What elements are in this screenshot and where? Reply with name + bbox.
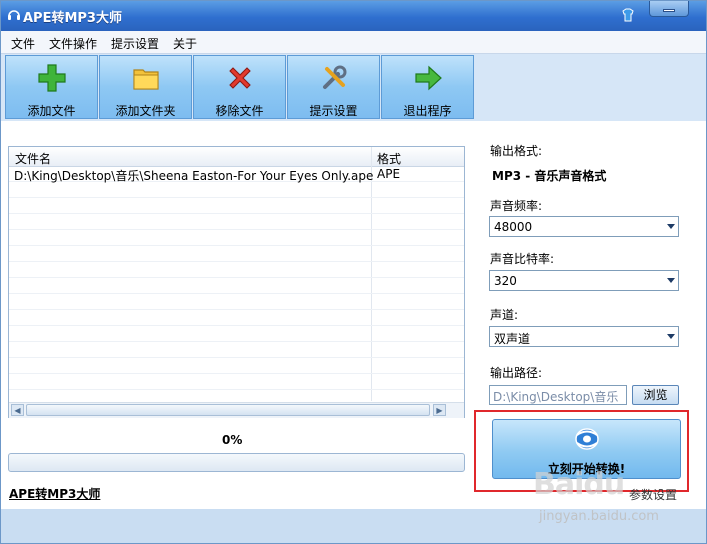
column-header-filename[interactable]: 文件名 bbox=[15, 150, 51, 167]
app-window: APE转MP3大师 文件 文件操作 提示设置 关于 添加文件 添加文件夹 移除文… bbox=[0, 0, 707, 544]
progress-percentage: 0% bbox=[222, 433, 243, 447]
plus-icon bbox=[38, 64, 66, 92]
table-row bbox=[9, 326, 464, 342]
sample-rate-select[interactable]: 48000 bbox=[489, 216, 679, 237]
minimize-button[interactable] bbox=[649, 1, 689, 17]
bitrate-label: 声音比特率: bbox=[490, 252, 555, 266]
table-row bbox=[9, 278, 464, 294]
add-file-label: 添加文件 bbox=[27, 104, 76, 118]
baidu-watermark: Baidu jingyan.baidu.com bbox=[533, 467, 703, 529]
menu-about[interactable]: 关于 bbox=[173, 35, 197, 52]
file-format-cell: APE bbox=[377, 167, 401, 181]
progress-bar bbox=[8, 453, 465, 472]
channel-value: 双声道 bbox=[494, 332, 531, 346]
tools-icon bbox=[323, 65, 347, 89]
chevron-down-icon[interactable] bbox=[667, 224, 675, 229]
browse-button[interactable]: 浏览 bbox=[632, 385, 679, 405]
table-row bbox=[9, 182, 464, 198]
chevron-down-icon[interactable] bbox=[667, 278, 675, 283]
folder-icon bbox=[133, 69, 159, 90]
table-row bbox=[9, 374, 464, 390]
prompt-settings-label: 提示设置 bbox=[309, 104, 358, 118]
arrow-right-icon bbox=[415, 65, 442, 91]
add-file-button[interactable]: 添加文件 bbox=[5, 55, 98, 119]
app-headphone-icon bbox=[8, 10, 20, 20]
table-row bbox=[9, 310, 464, 326]
menu-prompt-settings[interactable]: 提示设置 bbox=[111, 35, 159, 52]
exit-button[interactable]: 退出程序 bbox=[381, 55, 474, 119]
column-header-format[interactable]: 格式 bbox=[377, 150, 401, 167]
convert-disc-icon bbox=[575, 428, 599, 450]
menu-file[interactable]: 文件 bbox=[11, 35, 35, 52]
table-row bbox=[9, 230, 464, 246]
add-folder-button[interactable]: 添加文件夹 bbox=[99, 55, 192, 119]
table-row bbox=[9, 342, 464, 358]
output-format-label: 输出格式: bbox=[490, 144, 543, 158]
table-row bbox=[9, 358, 464, 374]
remove-file-label: 移除文件 bbox=[215, 104, 264, 118]
scroll-left-arrow-icon[interactable]: ◀ bbox=[11, 404, 24, 416]
add-folder-label: 添加文件夹 bbox=[115, 104, 176, 118]
window-title: APE转MP3大师 bbox=[23, 11, 122, 26]
horizontal-scrollbar[interactable]: ◀ ▶ bbox=[9, 402, 464, 418]
channel-select[interactable]: 双声道 bbox=[489, 326, 679, 347]
red-x-icon bbox=[229, 67, 251, 89]
watermark-logo-text: Baidu bbox=[533, 467, 625, 502]
scrollbar-thumb[interactable] bbox=[26, 404, 430, 416]
output-path-input[interactable]: D:\King\Desktop\音乐 bbox=[489, 385, 627, 405]
prompt-settings-button[interactable]: 提示设置 bbox=[287, 55, 380, 119]
table-row bbox=[9, 246, 464, 262]
skin-icon[interactable] bbox=[619, 6, 637, 24]
table-row bbox=[9, 262, 464, 278]
watermark-url: jingyan.baidu.com bbox=[539, 509, 659, 524]
exit-label: 退出程序 bbox=[403, 104, 452, 118]
table-row[interactable]: D:\King\Desktop\音乐\Sheena Easton-For You… bbox=[9, 166, 464, 183]
remove-file-button[interactable]: 移除文件 bbox=[193, 55, 286, 119]
bitrate-value: 320 bbox=[494, 274, 517, 288]
table-row bbox=[9, 198, 464, 214]
output-format-value: MP3 - 音乐声音格式 bbox=[492, 169, 607, 183]
bitrate-select[interactable]: 320 bbox=[489, 270, 679, 291]
menu-bar: 文件 文件操作 提示设置 关于 bbox=[1, 31, 706, 54]
app-home-link[interactable]: APE转MP3大师 bbox=[9, 485, 100, 502]
file-list-header: 文件名 格式 bbox=[9, 147, 464, 167]
title-bar: APE转MP3大师 bbox=[1, 1, 706, 31]
table-row bbox=[9, 294, 464, 310]
channel-label: 声道: bbox=[490, 308, 519, 322]
file-list[interactable]: 文件名 格式 D:\King\Desktop\音乐\Sheena Easton-… bbox=[8, 146, 465, 418]
scroll-right-arrow-icon[interactable]: ▶ bbox=[433, 404, 446, 416]
table-row bbox=[9, 214, 464, 230]
menu-file-operations[interactable]: 文件操作 bbox=[49, 35, 97, 52]
sample-rate-value: 48000 bbox=[494, 220, 533, 234]
sample-rate-label: 声音频率: bbox=[490, 199, 543, 213]
chevron-down-icon[interactable] bbox=[667, 334, 675, 339]
output-path-label: 输出路径: bbox=[490, 366, 543, 380]
